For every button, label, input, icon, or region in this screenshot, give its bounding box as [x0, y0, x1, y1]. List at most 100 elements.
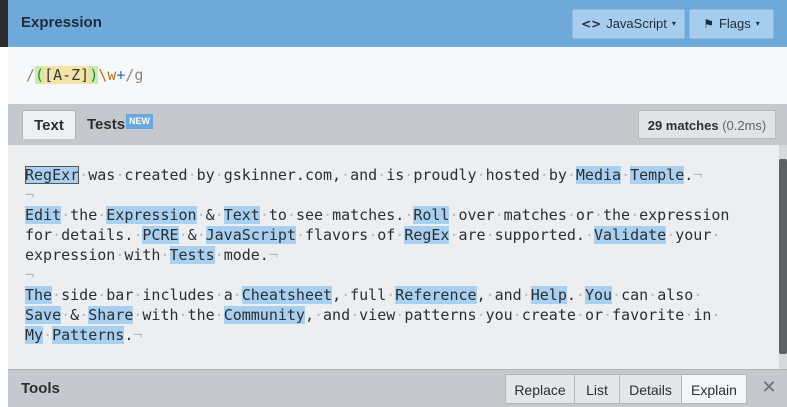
replace-button[interactable]: Replace [505, 374, 575, 404]
regex-match[interactable]: You [584, 286, 613, 304]
regex-match[interactable]: Media [575, 166, 622, 184]
regex-match[interactable]: Tests [169, 246, 215, 264]
regex-match[interactable]: My [25, 326, 44, 344]
expression-text[interactable]: /([A-Z])\w+/g [26, 66, 143, 84]
expression-title: Expression [21, 14, 102, 31]
whitespace-marker: · [684, 306, 694, 324]
regex-match[interactable]: Validate [593, 226, 667, 244]
flavor-button[interactable]: <> JavaScript ▾ [572, 9, 685, 39]
chevron-down-icon: ▾ [755, 19, 760, 28]
flags-token: g [134, 66, 144, 84]
text-token: patterns [404, 306, 477, 324]
close-icon[interactable]: ✕ [759, 376, 779, 400]
match-time: (0.2ms) [722, 118, 767, 133]
regex-match[interactable]: JavaScript [205, 226, 296, 244]
regex-match[interactable]: Temple [630, 166, 685, 184]
regex-match[interactable]: Save [25, 306, 62, 324]
text-token: to [268, 206, 287, 224]
text-line: Edit·the·Expression·&·Text·to·see·matche… [25, 205, 729, 225]
text-token: with [124, 246, 161, 264]
whitespace-marker: · [711, 226, 721, 244]
text-token: and [494, 286, 522, 304]
regex-match[interactable]: Community [223, 306, 305, 324]
regex-match[interactable]: Help [530, 286, 567, 304]
details-button[interactable]: Details [619, 374, 682, 404]
whitespace-marker: · [566, 206, 576, 224]
regex-match[interactable]: RegExr [25, 166, 80, 184]
text-line: Save·&·Share·with·the·Community,·and·vie… [25, 305, 720, 325]
regex-match[interactable]: Edit [25, 206, 62, 224]
text-token: in [693, 306, 712, 324]
text-token: created [124, 166, 188, 184]
char-set-token: [A-Z] [44, 66, 90, 84]
text-scrollbar[interactable] [779, 145, 787, 369]
text-panel-header: Text Tests NEW 29 matches (0.2ms) [8, 104, 787, 145]
whitespace-marker: · [603, 306, 613, 324]
regex-match[interactable]: RegEx [404, 226, 450, 244]
whitespace-marker: · [512, 306, 522, 324]
text-token: full [350, 286, 387, 304]
text-token: is [386, 166, 405, 184]
text-token: , [332, 286, 342, 304]
text-token: . [684, 166, 694, 184]
whitespace-marker: · [612, 286, 622, 304]
chevron-down-icon: ▾ [671, 19, 676, 28]
explain-button[interactable]: Explain [681, 374, 747, 404]
text-token: . [566, 286, 576, 304]
flags-button[interactable]: ⚑ Flags ▾ [689, 9, 774, 39]
group-close-token: ) [89, 66, 99, 84]
regex-match[interactable]: The [25, 286, 53, 304]
text-token: or [584, 306, 603, 324]
regex-match[interactable]: Patterns [52, 326, 125, 344]
whitespace-marker: · [566, 166, 576, 184]
regex-match[interactable]: Text [223, 206, 260, 224]
expression-input[interactable]: /([A-Z])\w+/g [8, 47, 787, 104]
whitespace-marker: · [404, 206, 414, 224]
text-editor[interactable]: RegExr·was·created·by·gskinner.com,·and·… [8, 145, 779, 369]
text-token: gskinner.com, [223, 166, 342, 184]
whitespace-marker: · [630, 206, 640, 224]
expression-panel-header: Expression <> JavaScript ▾ ⚑ Flags ▾ [0, 0, 787, 47]
text-token: you [485, 306, 513, 324]
whitespace-marker: · [97, 206, 107, 224]
whitespace-marker: · [214, 286, 224, 304]
whitespace-marker: ¬ [693, 166, 703, 184]
whitespace-marker: · [52, 286, 62, 304]
flags-label: Flags [718, 16, 751, 31]
text-token: & [187, 226, 197, 244]
whitespace-marker: · [377, 166, 387, 184]
regex-match[interactable]: Roll [413, 206, 450, 224]
text-token: hosted [485, 166, 540, 184]
whitespace-marker: · [259, 206, 269, 224]
whitespace-marker: · [214, 246, 224, 264]
regex-match[interactable]: Share [88, 306, 134, 324]
scroll-thumb[interactable] [779, 159, 787, 354]
whitespace-marker: · [79, 306, 89, 324]
match-count-badge: 29 matches (0.2ms) [638, 110, 776, 139]
match-count: 29 matches [647, 118, 719, 133]
new-badge: NEW [126, 114, 153, 129]
text-token: your [675, 226, 712, 244]
text-token: details. [61, 226, 134, 244]
regex-match[interactable]: Expression [106, 206, 197, 224]
whitespace-marker: · [711, 306, 721, 324]
regex-match[interactable]: PCRE [142, 226, 179, 244]
text-token: create [521, 306, 576, 324]
whitespace-marker: · [386, 286, 396, 304]
whitespace-marker: · [61, 206, 71, 224]
code-icon: <> [581, 17, 602, 31]
text-token: and [323, 306, 351, 324]
list-button[interactable]: List [574, 374, 620, 404]
text-token: matches [503, 206, 567, 224]
tab-text[interactable]: Text [22, 110, 76, 139]
whitespace-marker: · [196, 206, 206, 224]
text-line: The·side·bar·includes·a·Cheatsheet,·full… [25, 285, 702, 305]
text-token: and [350, 166, 378, 184]
whitespace-marker: · [214, 306, 224, 324]
whitespace-marker: · [341, 286, 351, 304]
whitespace-marker: · [214, 166, 224, 184]
text-token: includes [142, 286, 215, 304]
regex-match[interactable]: Cheatsheet [241, 286, 333, 304]
whitespace-marker: · [494, 206, 504, 224]
regex-match[interactable]: Reference [395, 286, 477, 304]
